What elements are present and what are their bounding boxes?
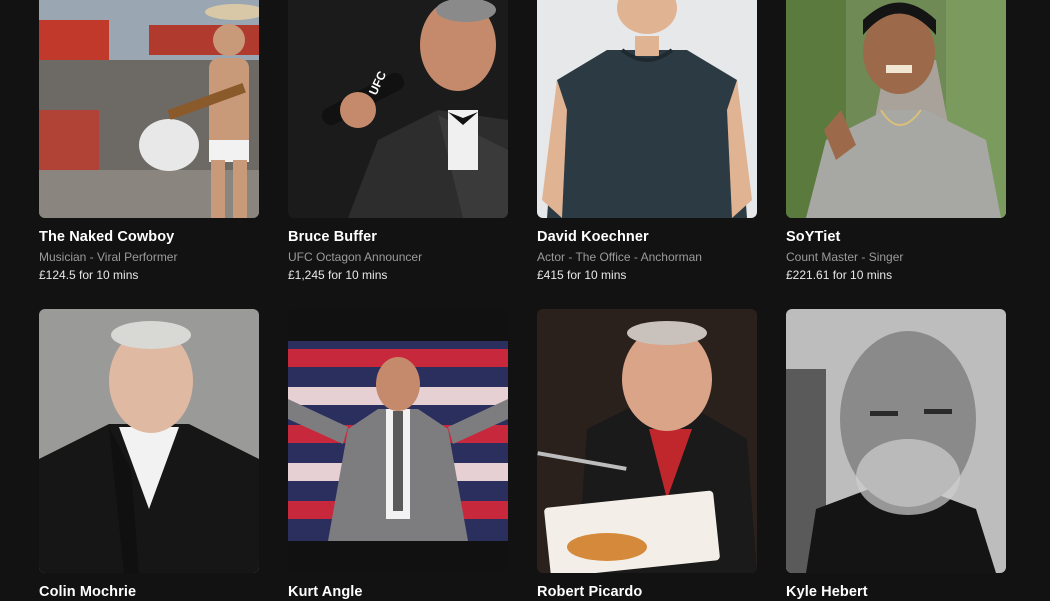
talent-card[interactable]: Colin Mochrie [39,309,259,601]
talent-subtitle: Count Master - Singer [786,250,904,264]
talent-name[interactable]: SoYTiet [786,228,1006,246]
talent-grid: The Naked Cowboy Musician - Viral Perfor… [39,0,1007,283]
talent-name[interactable]: Kurt Angle [288,583,508,601]
talent-photo[interactable] [786,309,1006,573]
talent-photo[interactable] [786,0,1006,218]
talent-photo[interactable] [39,0,259,218]
talent-photo[interactable]: UFC [288,0,508,218]
talent-name[interactable]: Bruce Buffer [288,228,508,246]
talent-name[interactable]: The Naked Cowboy [39,228,259,246]
talent-name[interactable]: Kyle Hebert [786,583,1006,601]
talent-subtitle: UFC Octagon Announcer [288,250,423,264]
talent-price: £1,245 for 10 mins [288,268,388,282]
talent-card[interactable]: The Naked Cowboy Musician - Viral Perfor… [39,0,259,283]
talent-subtitle: Actor - The Office - Anchorman [537,250,702,264]
talent-subtitle: Musician - Viral Performer [39,250,178,264]
talent-card[interactable]: Robert Picardo [537,309,757,601]
talent-grid-row-2: Colin Mochrie Kurt Angle Robert Picardo … [39,309,1007,601]
talent-name[interactable]: Robert Picardo [537,583,757,601]
talent-name[interactable]: David Koechner [537,228,757,246]
talent-photo[interactable] [537,0,757,218]
talent-price: £221.61 for 10 mins [786,268,893,282]
talent-price: £124.5 for 10 mins [39,268,139,282]
talent-card[interactable]: David Koechner Actor - The Office - Anch… [537,0,757,283]
talent-card[interactable]: SoYTiet Count Master - Singer £221.61 fo… [786,0,1006,283]
talent-price: £415 for 10 mins [537,268,627,282]
talent-card[interactable]: Kyle Hebert [786,309,1006,601]
talent-card[interactable]: Kurt Angle [288,309,508,601]
talent-photo[interactable] [39,309,259,573]
talent-photo[interactable] [288,309,508,573]
talent-photo[interactable] [537,309,757,573]
talent-name[interactable]: Colin Mochrie [39,583,259,601]
talent-card[interactable]: UFC Bruce Buffer UFC Octagon Announcer £… [288,0,508,283]
